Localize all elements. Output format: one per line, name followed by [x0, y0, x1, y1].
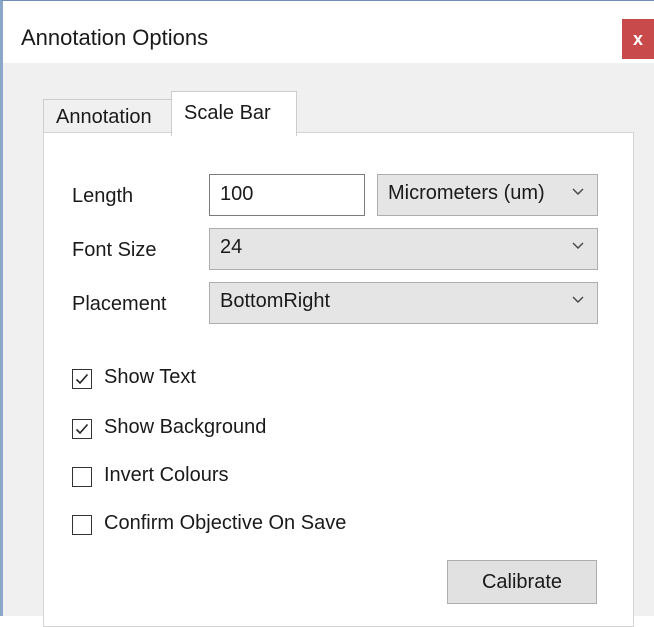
window-title: Annotation Options: [21, 25, 209, 50]
close-icon: x: [632, 28, 643, 49]
font-size-label: Font Size: [72, 239, 157, 261]
title-bar: Annotation Options x: [3, 1, 654, 63]
tab-scale-bar[interactable]: Scale Bar: [171, 91, 297, 136]
tab-annotation[interactable]: Annotation: [43, 99, 173, 133]
close-button[interactable]: x: [622, 19, 654, 59]
calibrate-button[interactable]: Calibrate: [447, 560, 597, 604]
checkmark-icon: [75, 373, 89, 385]
chevron-down-icon: [572, 188, 584, 195]
invert-colours-label: Invert Colours: [104, 464, 229, 486]
font-size-value: 24: [220, 236, 243, 258]
chevron-down-icon: [572, 242, 584, 249]
show-background-checkbox[interactable]: [72, 419, 92, 439]
length-value: 100: [220, 183, 254, 205]
confirm-objective-label: Confirm Objective On Save: [104, 512, 347, 534]
tab-label: Scale Bar: [184, 102, 271, 124]
show-text-checkbox[interactable]: [72, 369, 92, 389]
unit-select[interactable]: Micrometers (um): [377, 174, 598, 216]
confirm-objective-checkbox[interactable]: [72, 515, 92, 535]
placement-label: Placement: [72, 293, 167, 315]
checkmark-icon: [75, 423, 89, 435]
placement-select[interactable]: BottomRight: [209, 282, 598, 324]
tab-label: Annotation: [56, 106, 152, 128]
placement-value: BottomRight: [220, 290, 331, 312]
show-text-label: Show Text: [104, 366, 196, 388]
font-size-select[interactable]: 24: [209, 228, 598, 270]
show-background-label: Show Background: [104, 416, 267, 438]
length-label: Length: [72, 185, 134, 207]
unit-value: Micrometers (um): [388, 182, 545, 204]
invert-colours-checkbox[interactable]: [72, 467, 92, 487]
chevron-down-icon: [572, 296, 584, 303]
scale-bar-panel: Length 100 Micrometers (um) Font Size 24…: [43, 132, 634, 627]
calibrate-label: Calibrate: [481, 570, 563, 593]
annotation-options-window: Annotation Options x Annotation Scale Ba…: [0, 0, 654, 627]
length-input[interactable]: 100: [209, 174, 365, 216]
